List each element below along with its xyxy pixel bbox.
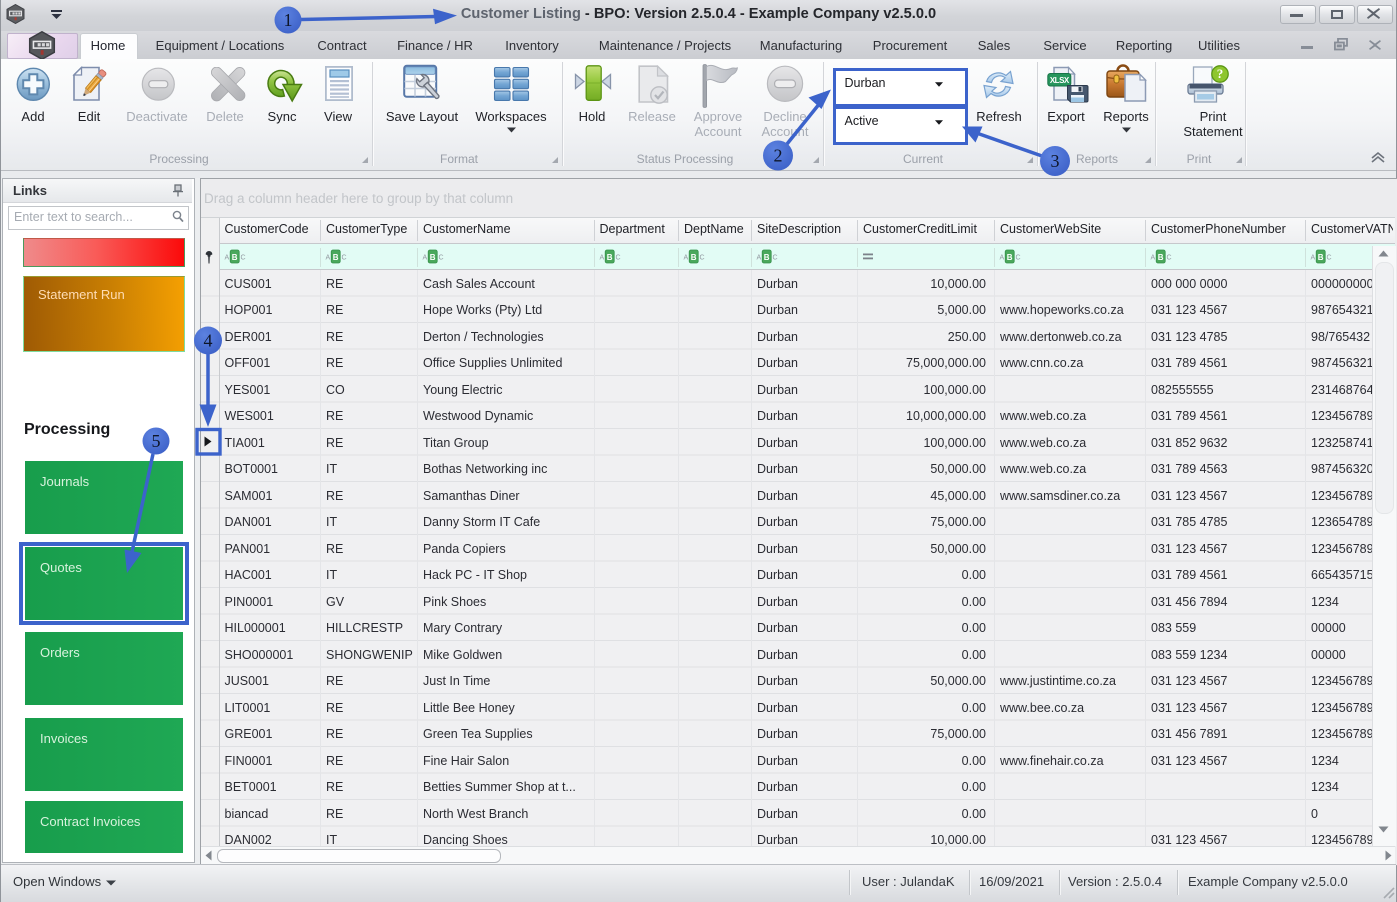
svg-text:1: 1 — [284, 10, 293, 30]
svg-text:5: 5 — [152, 431, 161, 451]
svg-text:4: 4 — [204, 331, 213, 351]
svg-text:2: 2 — [774, 146, 783, 166]
svg-text:3: 3 — [1051, 151, 1060, 171]
